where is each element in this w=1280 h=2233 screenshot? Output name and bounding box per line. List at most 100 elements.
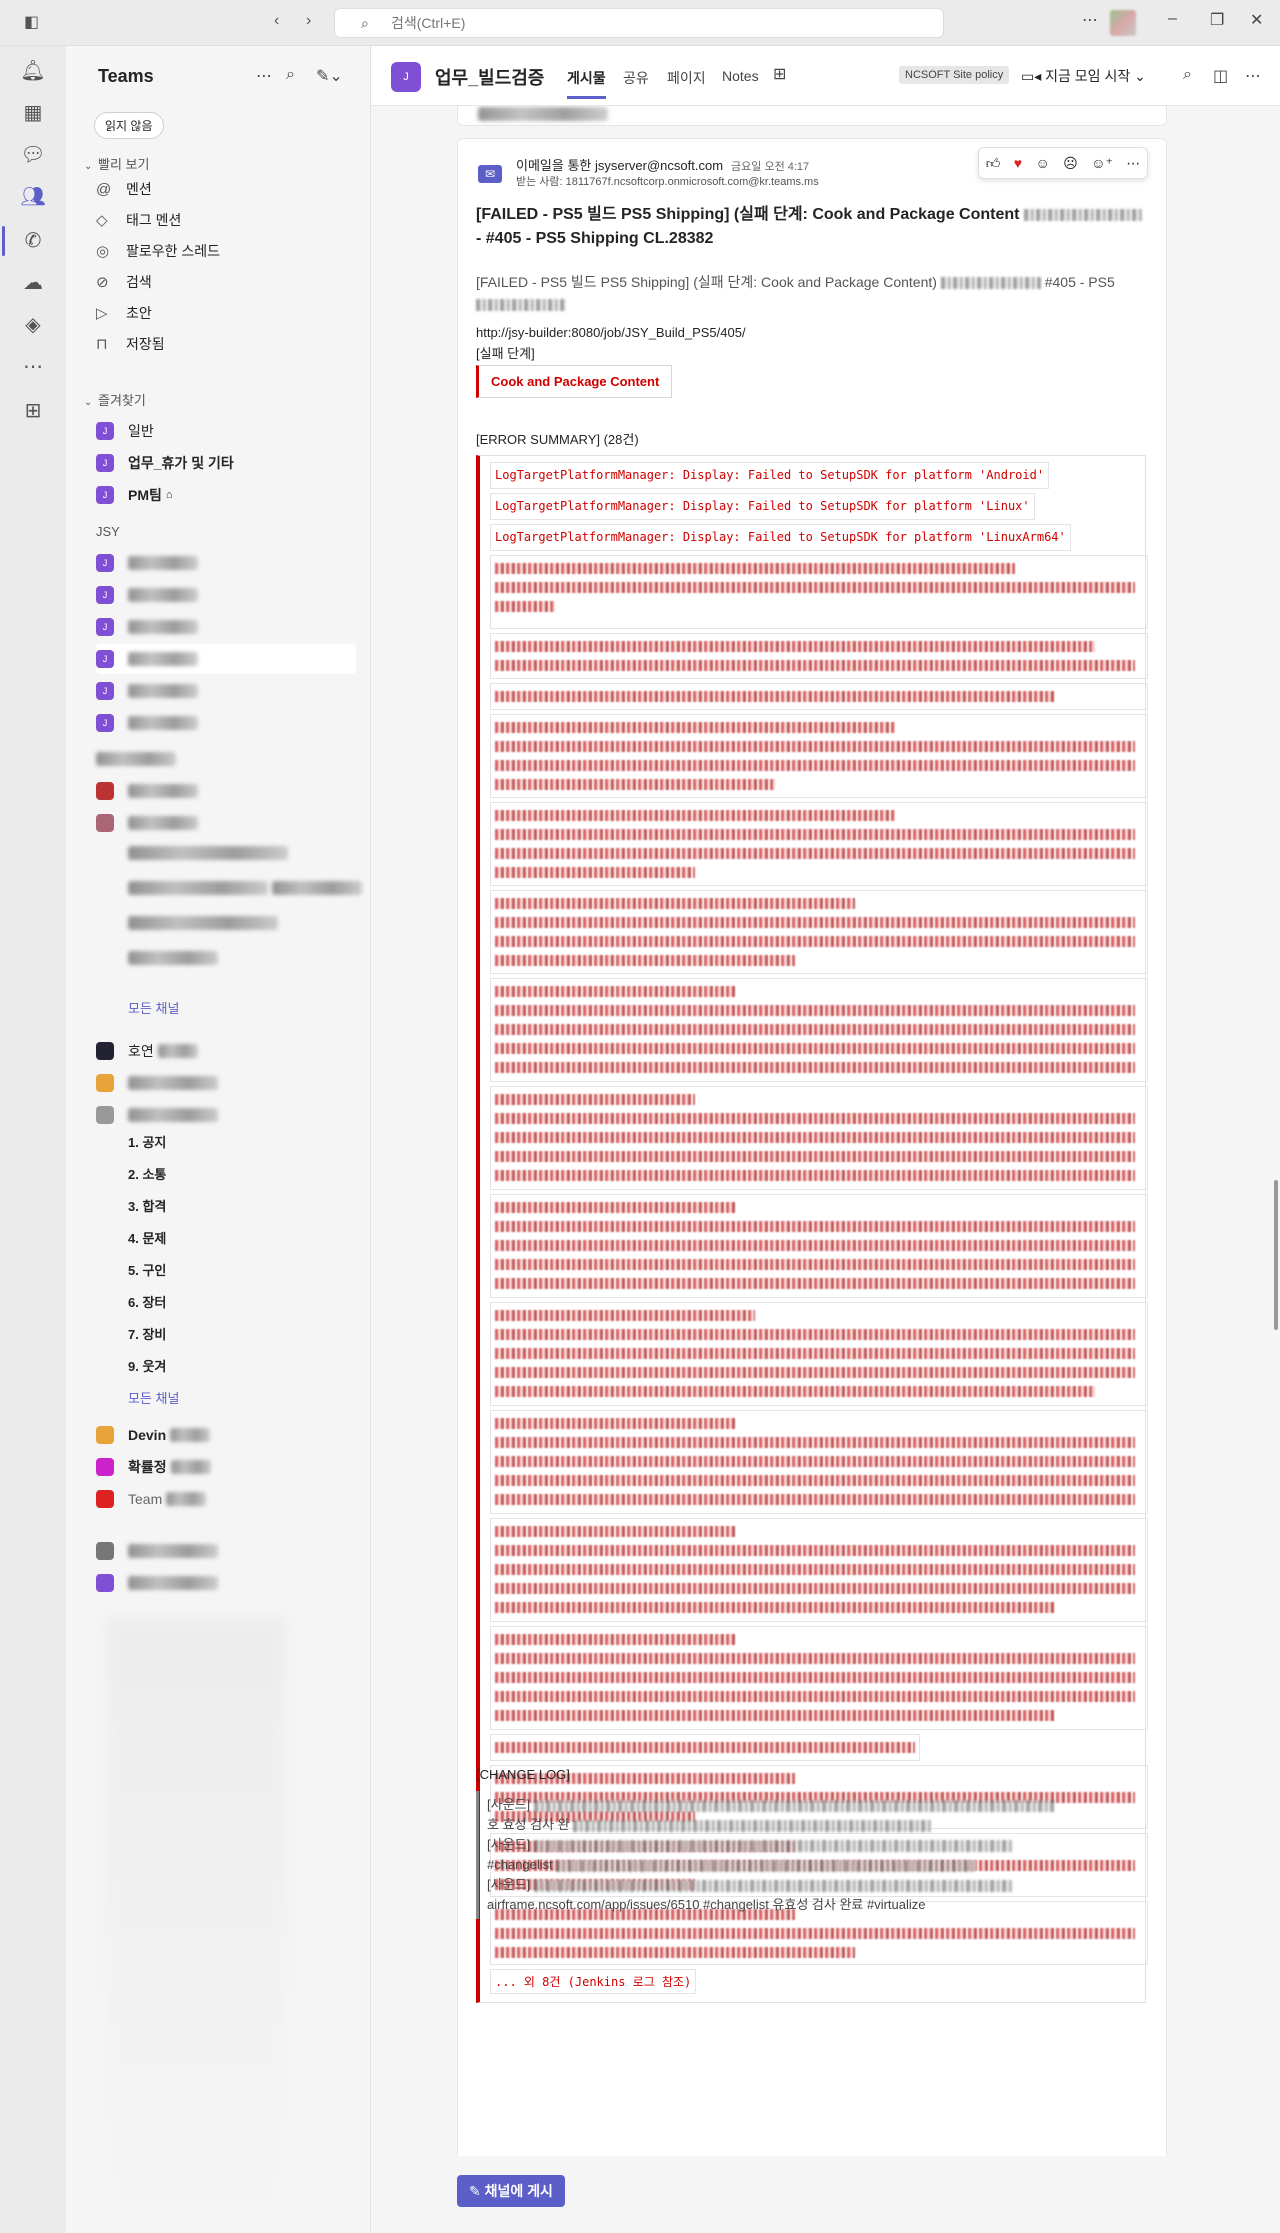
policy-badge[interactable]: NCSOFT Site policy bbox=[899, 66, 1010, 84]
redacted-text bbox=[478, 107, 608, 121]
channel-item[interactable]: 2. 소통 bbox=[128, 1164, 166, 1183]
redacted-text bbox=[96, 752, 176, 766]
tab-posts[interactable]: 게시물 bbox=[567, 68, 606, 99]
nav-saved[interactable]: ⊓ 저장됨 bbox=[96, 329, 356, 359]
redacted-text bbox=[533, 1839, 1014, 1852]
team-item[interactable]: Devin bbox=[96, 1420, 356, 1450]
post-to-channel-button[interactable]: ✎ 채널에 게시 bbox=[457, 2175, 565, 2207]
all-channels-link[interactable]: 모든 채널 bbox=[128, 1388, 179, 1407]
heart-icon[interactable]: ♥ bbox=[1014, 155, 1022, 171]
more-icon[interactable]: ⋯ bbox=[1245, 66, 1261, 86]
team-item[interactable] bbox=[96, 1100, 356, 1130]
bell-icon[interactable]: 🔔︎ bbox=[0, 58, 66, 83]
laugh-icon[interactable]: ☺ bbox=[1035, 155, 1049, 171]
favorite-channel[interactable]: J 업무_휴가 및 기타 bbox=[96, 448, 356, 478]
error-line bbox=[490, 1734, 920, 1761]
forward-icon[interactable]: › bbox=[306, 12, 311, 30]
redacted-text bbox=[166, 1492, 207, 1506]
scrollbar-thumb[interactable] bbox=[1274, 1180, 1278, 1330]
post-subject: [FAILED - PS5 빌드 PS5 Shipping] (실패 단계: C… bbox=[476, 203, 1156, 251]
search-box[interactable]: ⌕ bbox=[334, 8, 944, 38]
start-meeting-button[interactable]: ▭◂ 지금 모임 시작 ⌄ bbox=[1021, 66, 1146, 86]
cloud-icon[interactable]: ☁ bbox=[0, 270, 66, 295]
error-line bbox=[490, 802, 1148, 886]
tab-shared[interactable]: 공유 bbox=[623, 68, 649, 88]
team-item[interactable]: 호연 bbox=[96, 1036, 356, 1066]
team-item[interactable]: 확률정 bbox=[96, 1452, 356, 1482]
more-icon[interactable]: ⋯ bbox=[1126, 155, 1140, 172]
favorites-header[interactable]: ⌄ 즐겨찾기 bbox=[84, 390, 146, 409]
redacted-text bbox=[128, 1544, 218, 1558]
nav-followed-threads[interactable]: ◎ 팔로우한 스레드 bbox=[96, 236, 356, 266]
calendar-icon[interactable]: ▦ bbox=[0, 100, 66, 125]
channel-item[interactable]: 5. 구인 bbox=[128, 1260, 166, 1279]
team-item[interactable] bbox=[96, 1568, 356, 1598]
team-jsy-header[interactable]: JSY bbox=[96, 524, 120, 539]
channel-avatar: J bbox=[96, 586, 114, 604]
tab-pages[interactable]: 페이지 bbox=[667, 68, 706, 88]
channel-item[interactable]: 3. 합격 bbox=[128, 1196, 166, 1215]
add-reaction-icon[interactable]: ☺⁺ bbox=[1091, 155, 1113, 172]
previous-post bbox=[457, 106, 1167, 126]
search-icon[interactable]: ⌕ bbox=[1183, 66, 1192, 84]
nav-search[interactable]: ⊘ 검색 bbox=[96, 267, 356, 297]
team-channel[interactable]: J bbox=[96, 612, 356, 642]
add-app-icon[interactable]: ⊞ bbox=[0, 398, 66, 423]
team-item[interactable] bbox=[96, 1068, 356, 1098]
redacted-text bbox=[533, 1799, 1054, 1812]
redacted-text bbox=[128, 588, 198, 602]
nav-drafts[interactable]: ▷ 초안 bbox=[96, 298, 356, 328]
blurred-region bbox=[106, 1616, 286, 2216]
copilot-icon[interactable]: ◈ bbox=[0, 312, 66, 337]
redacted-text bbox=[157, 1044, 198, 1058]
chat-icon[interactable]: 💬︎ bbox=[0, 142, 66, 167]
quick-view-header[interactable]: ⌄ 빨리 보기 bbox=[84, 154, 149, 173]
team-channel-selected[interactable]: J bbox=[96, 644, 356, 674]
team-item[interactable]: Team bbox=[96, 1484, 356, 1514]
surprised-icon[interactable]: ☹ bbox=[1063, 155, 1078, 172]
all-channels-link[interactable]: 모든 채널 bbox=[128, 998, 179, 1017]
search-icon[interactable]: ⌕ bbox=[286, 66, 295, 84]
like-icon[interactable]: 👍︎ bbox=[986, 155, 1001, 172]
phone-icon[interactable]: ✆ bbox=[0, 228, 66, 253]
team-item[interactable] bbox=[96, 776, 356, 806]
panel-icon[interactable]: ◫ bbox=[1213, 66, 1228, 86]
teams-icon[interactable]: 👥︎ bbox=[0, 184, 66, 209]
channel-item[interactable]: 7. 장비 bbox=[128, 1324, 166, 1343]
close-icon[interactable]: ✕ bbox=[1250, 10, 1263, 30]
favorite-channel[interactable]: J PM팀 ⌂ bbox=[96, 480, 356, 510]
channel-item[interactable]: 9. 웃겨 bbox=[128, 1356, 166, 1375]
search-input[interactable] bbox=[391, 15, 911, 31]
favorite-channel[interactable]: J 일반 bbox=[96, 416, 356, 446]
team-channel[interactable]: J bbox=[96, 580, 356, 610]
add-tab-icon[interactable]: ⊞ bbox=[773, 64, 786, 84]
sidebar-toggle-icon[interactable]: ◧ bbox=[24, 12, 39, 32]
teams-section-header[interactable] bbox=[96, 752, 176, 769]
error-summary-title: [ERROR SUMMARY] (28건) bbox=[476, 432, 639, 447]
chevron-down-icon: ⌄ bbox=[84, 397, 93, 408]
tag-icon: ◇ bbox=[96, 212, 108, 229]
channel-item[interactable]: 6. 장터 bbox=[128, 1292, 166, 1311]
more-apps-icon[interactable]: ⋯ bbox=[0, 354, 66, 379]
team-channel[interactable]: J bbox=[96, 548, 356, 578]
avatar[interactable] bbox=[1110, 10, 1136, 36]
compose-icon[interactable]: ✎⌄ bbox=[316, 66, 343, 86]
team-channel[interactable]: J bbox=[96, 708, 356, 738]
more-options-icon[interactable]: ⋯ bbox=[256, 66, 272, 86]
channel-item[interactable]: 4. 문제 bbox=[128, 1228, 166, 1247]
minimize-icon[interactable]: – bbox=[1168, 10, 1177, 28]
unread-filter[interactable]: 읽지 않음 bbox=[94, 112, 164, 139]
build-url[interactable]: http://jsy-builder:8080/job/JSY_Build_PS… bbox=[476, 325, 746, 340]
nav-tag-mentions[interactable]: ◇ 태그 멘션 bbox=[96, 205, 356, 235]
more-icon[interactable]: ⋯ bbox=[1082, 10, 1098, 30]
tab-notes[interactable]: Notes bbox=[722, 68, 759, 84]
redacted-text bbox=[128, 652, 198, 666]
restore-icon[interactable]: ❐ bbox=[1210, 10, 1224, 30]
back-icon[interactable]: ‹ bbox=[274, 12, 279, 30]
error-line bbox=[490, 1626, 1148, 1730]
team-channel[interactable]: J bbox=[96, 676, 356, 706]
team-item[interactable] bbox=[96, 808, 356, 838]
channel-item[interactable]: 1. 공지 bbox=[128, 1132, 166, 1151]
team-item[interactable] bbox=[96, 1536, 356, 1566]
nav-mentions[interactable]: @ 멘션 bbox=[96, 174, 356, 204]
